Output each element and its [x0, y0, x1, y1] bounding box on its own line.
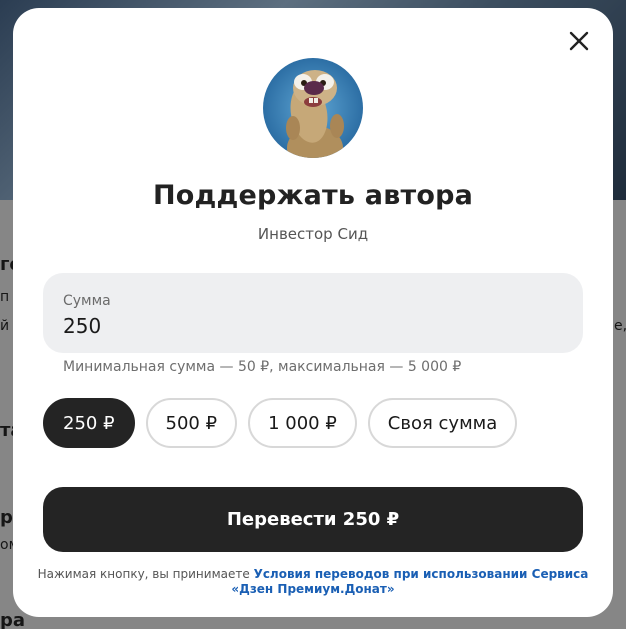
author-name: Инвестор Сид	[257, 225, 369, 243]
amount-input[interactable]	[63, 314, 543, 338]
background-text: п	[0, 289, 10, 305]
transfer-button[interactable]: Перевести 250 ₽	[43, 487, 583, 552]
amount-label: Сумма	[63, 293, 111, 309]
terms-link[interactable]: Условия переводов при использовании Серв…	[231, 567, 588, 596]
amount-field[interactable]: Сумма	[43, 273, 583, 353]
legal-notice: Нажимая кнопку, вы принимаете Условия пе…	[33, 567, 593, 597]
preset-500-button[interactable]: 500 ₽	[145, 398, 238, 448]
avatar	[263, 58, 363, 158]
donate-modal: Поддержать автора Инвестор Сид Сумма Мин…	[13, 8, 613, 617]
background-text: e,	[614, 318, 626, 334]
avatar-image	[286, 70, 344, 158]
modal-title: Поддержать автора	[152, 180, 474, 211]
amount-limits-hint: Минимальная сумма — 50 ₽, максимальная —…	[63, 359, 462, 375]
legal-prefix: Нажимая кнопку, вы принимаете	[37, 567, 250, 581]
preset-1000-button[interactable]: 1 000 ₽	[248, 398, 357, 448]
close-icon	[569, 31, 589, 51]
close-button[interactable]	[566, 28, 592, 54]
amount-presets: 250 ₽ 500 ₽ 1 000 ₽ Своя сумма	[43, 398, 518, 448]
custom-amount-button[interactable]: Своя сумма	[367, 398, 518, 448]
background-text: ра	[0, 610, 26, 629]
preset-250-button[interactable]: 250 ₽	[43, 398, 135, 448]
